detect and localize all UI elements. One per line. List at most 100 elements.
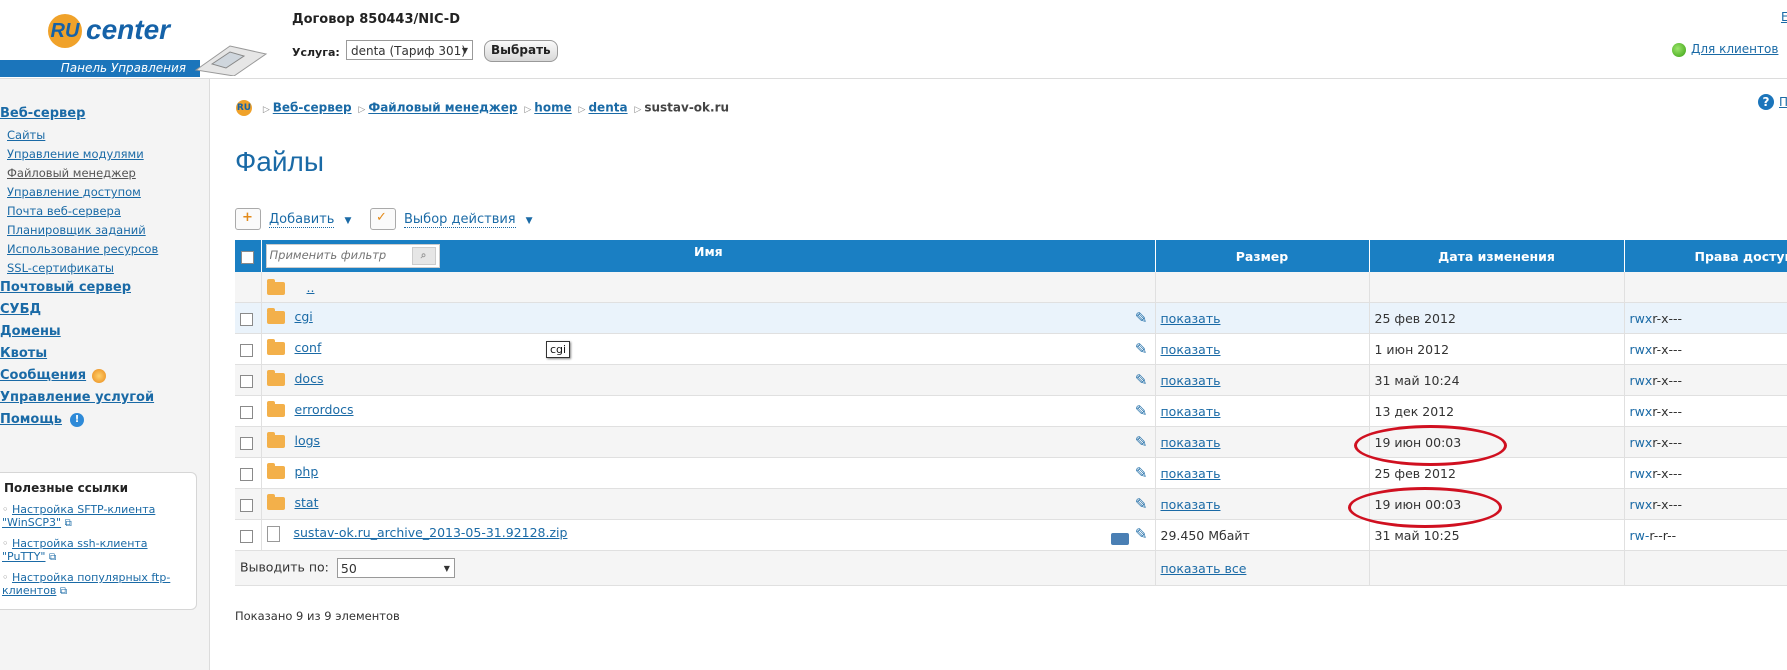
sidebar-group-help[interactable]: Помощь! — [0, 412, 84, 427]
date-header[interactable]: Дата изменения — [1369, 240, 1625, 272]
home-logo-icon[interactable]: RU — [236, 100, 252, 116]
sidebar-group-web-server[interactable]: Веб-сервер — [0, 106, 85, 121]
useful-link-winscp[interactable]: ◦ Настройка SFTP-клиента "WinSCP3" ⧉ — [2, 503, 187, 530]
perm-owner[interactable]: rwx — [1630, 466, 1653, 481]
sidebar-item-access[interactable]: Управление доступом — [7, 185, 141, 199]
perm-owner[interactable]: rwx — [1630, 342, 1653, 357]
table-row[interactable]: sustav-ok.ru_archive_2013-05-31.92128.zi… — [235, 519, 1787, 551]
header-edge-link[interactable]: E — [1781, 10, 1787, 24]
table-row[interactable]: php ✎ показать 25 фев 2012 rwxr-x--- — [235, 457, 1787, 489]
row-checkbox[interactable] — [240, 529, 253, 543]
folder-icon — [266, 463, 285, 479]
useful-link-putty[interactable]: ◦ Настройка ssh-клиента "PuTTY" ⧉ — [2, 537, 187, 564]
table-row[interactable]: stat ✎ показать 19 июн 00:03 rwxr-x--- — [235, 488, 1787, 520]
edit-icon[interactable]: ✎ — [1135, 371, 1148, 389]
perm-owner[interactable]: rwx — [1630, 404, 1653, 419]
table-row[interactable]: docs ✎ показать 31 май 10:24 rwxr-x--- — [235, 364, 1787, 396]
row-checkbox[interactable] — [240, 312, 253, 326]
date-cell: 31 май 10:24 — [1369, 364, 1625, 396]
crumb-current: sustav-ok.ru — [644, 100, 730, 115]
choose-button[interactable]: Выбрать — [484, 40, 558, 62]
filter-input[interactable] — [266, 245, 411, 265]
crumb-denta[interactable]: denta — [588, 101, 627, 115]
search-icon[interactable]: ⌕ — [411, 247, 436, 265]
file-name-link[interactable]: cgi — [295, 309, 313, 324]
chevron-down-icon: ▼ — [443, 564, 450, 573]
size-show-link[interactable]: показать — [1161, 342, 1221, 357]
sidebar-item-ssl[interactable]: SSL-сертификаты — [7, 261, 114, 275]
row-checkbox[interactable] — [240, 343, 253, 357]
perm-owner[interactable]: rw- — [1630, 528, 1650, 543]
sidebar-item-modules[interactable]: Управление модулями — [7, 147, 144, 161]
sidebar-group-messages[interactable]: Сообщения — [0, 368, 107, 383]
select-all-checkbox[interactable] — [241, 250, 255, 264]
show-all-link[interactable]: показать все — [1161, 561, 1247, 576]
row-checkbox[interactable] — [240, 374, 253, 388]
sidebar-group-quotas[interactable]: Квоты — [0, 346, 47, 361]
file-name-link[interactable]: sustav-ok.ru_archive_2013-05-31.92128.zi… — [294, 525, 568, 540]
actions-dropdown[interactable]: ✓ Выбор действия ▼ — [370, 208, 533, 230]
clients-link[interactable]: Для клиентов — [1672, 42, 1778, 57]
perm-owner[interactable]: rwx — [1630, 497, 1653, 512]
size-show-link[interactable]: показать — [1161, 466, 1221, 481]
file-name-link[interactable]: logs — [295, 433, 321, 448]
red-annotation-oval — [1354, 425, 1507, 466]
size-show-link[interactable]: показать — [1161, 404, 1221, 419]
file-name-link[interactable]: conf — [295, 340, 322, 355]
folder-icon — [266, 370, 285, 386]
row-checkbox[interactable] — [240, 467, 253, 481]
table-row[interactable]: conf ✎ показать 1 июн 2012 rwxr-x--- — [235, 333, 1787, 365]
parent-dir-link[interactable]: .. — [307, 280, 315, 295]
edit-icon[interactable]: ✎ — [1135, 402, 1148, 420]
name-header[interactable]: ⌕ Имя — [261, 240, 1156, 272]
file-name-link[interactable]: stat — [295, 495, 319, 510]
add-dropdown[interactable]: + Добавить ▼ — [235, 208, 351, 230]
tooltip: cgi — [546, 341, 571, 358]
perm-owner[interactable]: rwx — [1630, 373, 1653, 388]
per-page-select[interactable]: 50 ▼ — [336, 558, 455, 578]
size-show-link[interactable]: показать — [1161, 497, 1221, 512]
perm-owner[interactable]: rwx — [1630, 435, 1653, 450]
edit-icon[interactable]: ✎ — [1135, 433, 1148, 451]
row-checkbox[interactable] — [240, 498, 253, 512]
edit-icon[interactable]: ✎ — [1135, 525, 1148, 543]
rucenter-logo[interactable]: RU center Панель Управления — [0, 0, 280, 80]
help-edge-link[interactable]: П — [1779, 95, 1787, 109]
crumb-home[interactable]: home — [534, 101, 571, 115]
edit-icon[interactable]: ✎ — [1135, 309, 1148, 327]
size-show-link[interactable]: показать — [1161, 311, 1221, 326]
file-name-link[interactable]: php — [295, 464, 319, 479]
sidebar-item-file-manager[interactable]: Файловый менеджер — [7, 166, 136, 180]
table-row[interactable]: errordocs ✎ показать 13 дек 2012 rwxr-x--… — [235, 395, 1787, 427]
size-show-link[interactable]: показать — [1161, 435, 1221, 450]
sidebar-item-sites[interactable]: Сайты — [7, 128, 45, 142]
sidebar-group-dbms[interactable]: СУБД — [0, 302, 41, 317]
row-checkbox[interactable] — [240, 405, 253, 419]
crumb-web-server[interactable]: Веб-сервер — [273, 101, 352, 115]
size-show-link[interactable]: показать — [1161, 373, 1221, 388]
edit-icon[interactable]: ✎ — [1135, 340, 1148, 358]
sidebar-group-domains[interactable]: Домены — [0, 324, 61, 339]
table-row-parent[interactable]: .. — [235, 272, 1787, 303]
edit-icon[interactable]: ✎ — [1135, 464, 1148, 482]
extract-archive-icon[interactable] — [1110, 533, 1129, 545]
table-row[interactable]: logs ✎ показать 19 июн 00:03 rwxr-x--- — [235, 426, 1787, 458]
table-row[interactable]: cgi ✎ показать 25 фев 2012 rwxr-x--- — [235, 302, 1787, 334]
size-header[interactable]: Размер — [1155, 240, 1370, 272]
sidebar-group-mail[interactable]: Почтовый сервер — [0, 280, 131, 295]
top-bar: RU center Панель Управления Договор 8504… — [0, 0, 1787, 79]
sidebar-group-service[interactable]: Управление услугой — [0, 390, 154, 405]
sidebar-item-webmail[interactable]: Почта веб-сервера — [7, 204, 121, 218]
service-select[interactable]: denta (Тариф 301) ▼ — [346, 40, 473, 60]
sidebar-item-resources[interactable]: Использование ресурсов — [7, 242, 158, 256]
sidebar-item-scheduler[interactable]: Планировщик заданий — [7, 223, 146, 237]
perm-owner[interactable]: rwx — [1630, 311, 1653, 326]
edit-icon[interactable]: ✎ — [1135, 495, 1148, 513]
perms-header[interactable]: Права доступа — [1624, 240, 1787, 272]
file-name-link[interactable]: docs — [295, 371, 324, 386]
crumb-file-manager[interactable]: Файловый менеджер — [368, 101, 517, 115]
help-icon[interactable]: ? — [1758, 94, 1774, 110]
useful-link-ftp[interactable]: ◦ Настройка популярных ftp-клиентов ⧉ — [2, 571, 187, 598]
row-checkbox[interactable] — [240, 436, 253, 450]
file-name-link[interactable]: errordocs — [295, 402, 354, 417]
